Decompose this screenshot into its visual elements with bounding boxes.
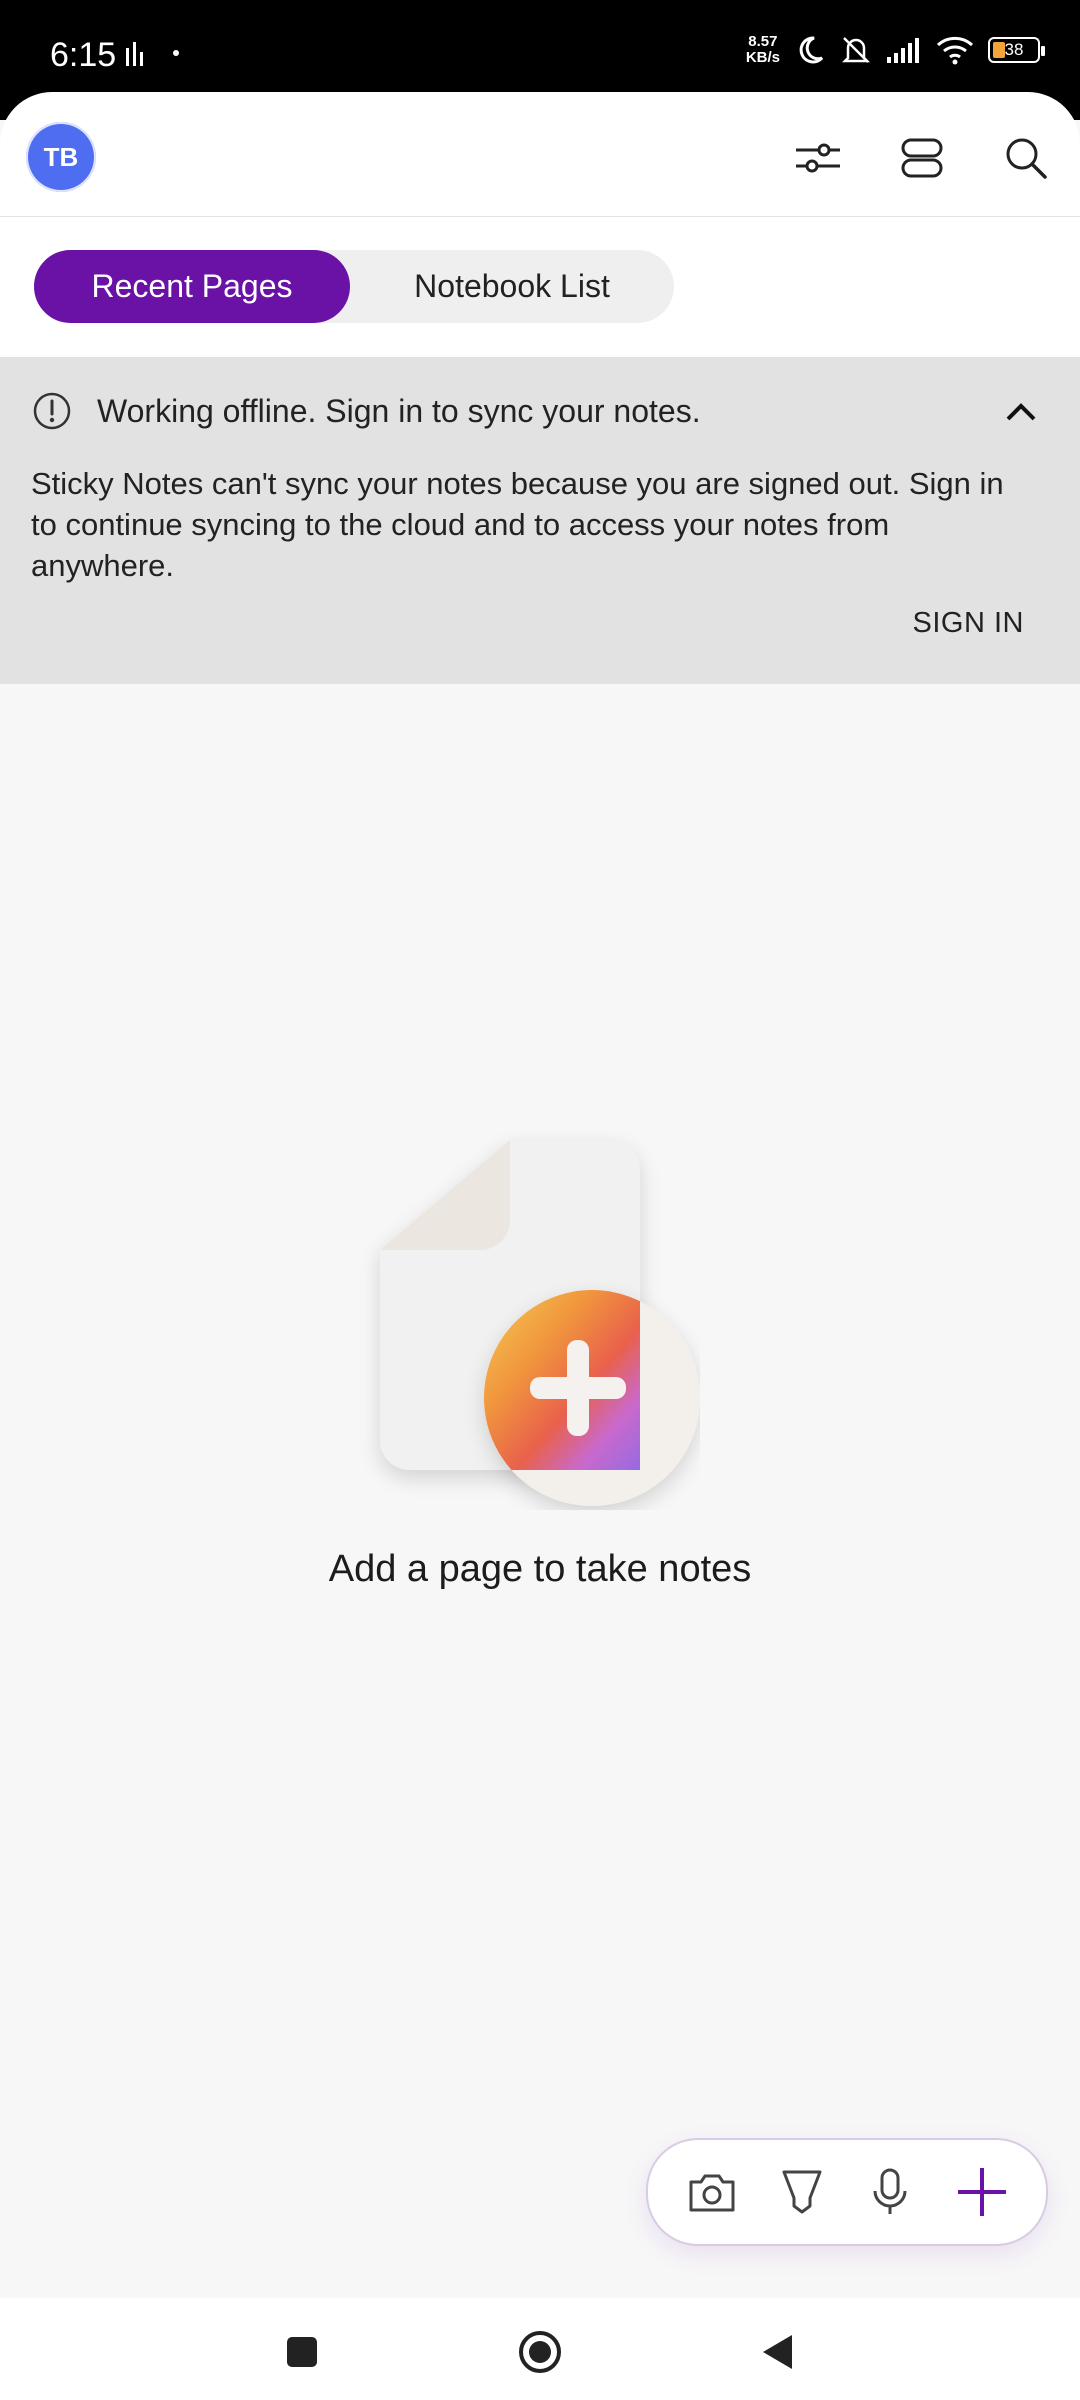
back-button[interactable]: [750, 2324, 806, 2380]
avatar[interactable]: TB: [26, 122, 96, 192]
ink-button[interactable]: [772, 2162, 832, 2222]
home-button[interactable]: [512, 2324, 568, 2380]
wifi-icon: [936, 36, 974, 65]
search-button[interactable]: [996, 128, 1056, 188]
moon-icon: [799, 36, 824, 64]
marker-icon: [782, 2170, 822, 2214]
view-layout-button[interactable]: [892, 128, 952, 188]
status-time: 6:15: [50, 36, 117, 74]
banner-title: Working offline. Sign in to sync your no…: [97, 393, 701, 429]
recents-button[interactable]: [274, 2324, 330, 2380]
system-nav-bar: [0, 2298, 1080, 2400]
chevron-up-icon: [1006, 403, 1036, 421]
add-page-illustration: [380, 1140, 700, 1506]
layout-icon: [901, 138, 943, 178]
quick-action-bar: [646, 2138, 1048, 2246]
square-icon: [287, 2337, 317, 2367]
app-bar: TB: [0, 92, 1080, 217]
battery-icon: 38: [988, 37, 1045, 63]
search-icon: [1006, 138, 1047, 179]
camera-icon: [689, 2174, 735, 2212]
tab-notebook-list[interactable]: Notebook List: [350, 250, 674, 323]
status-right-icons: 8.57 KB/s 38: [745, 33, 1045, 66]
offline-banner: Working offline. Sign in to sync your no…: [0, 357, 1080, 684]
info-icon: [33, 392, 71, 430]
empty-state-message: Add a page to take notes: [328, 1548, 752, 1590]
dot-icon: [173, 50, 179, 56]
banner-body: Sticky Notes can't sync your notes becau…: [31, 466, 1004, 583]
microphone-icon: [873, 2168, 907, 2214]
voice-button[interactable]: [860, 2162, 920, 2222]
back-triangle-icon: [763, 2335, 792, 2369]
tab-recent-pages[interactable]: Recent Pages: [34, 250, 350, 323]
home-circle-icon: [519, 2331, 561, 2373]
tabs-area: Recent Pages Notebook List: [0, 217, 1080, 357]
camera-button[interactable]: [682, 2162, 742, 2222]
sign-in-button[interactable]: SIGN IN: [913, 607, 1024, 640]
audio-bars-icon: [126, 42, 143, 66]
add-icon: [958, 2168, 1006, 2216]
status-left-icons: [124, 40, 180, 66]
banner-collapse-button[interactable]: [996, 387, 1046, 437]
add-page-button[interactable]: [952, 2162, 1012, 2222]
signal-icon: [887, 38, 919, 63]
sliders-icon: [796, 143, 840, 173]
segmented-control: Recent Pages Notebook List: [34, 250, 674, 323]
filter-button[interactable]: [788, 128, 848, 188]
net-speed: 8.57 KB/s: [745, 33, 780, 66]
bell-muted-icon: [841, 37, 871, 63]
